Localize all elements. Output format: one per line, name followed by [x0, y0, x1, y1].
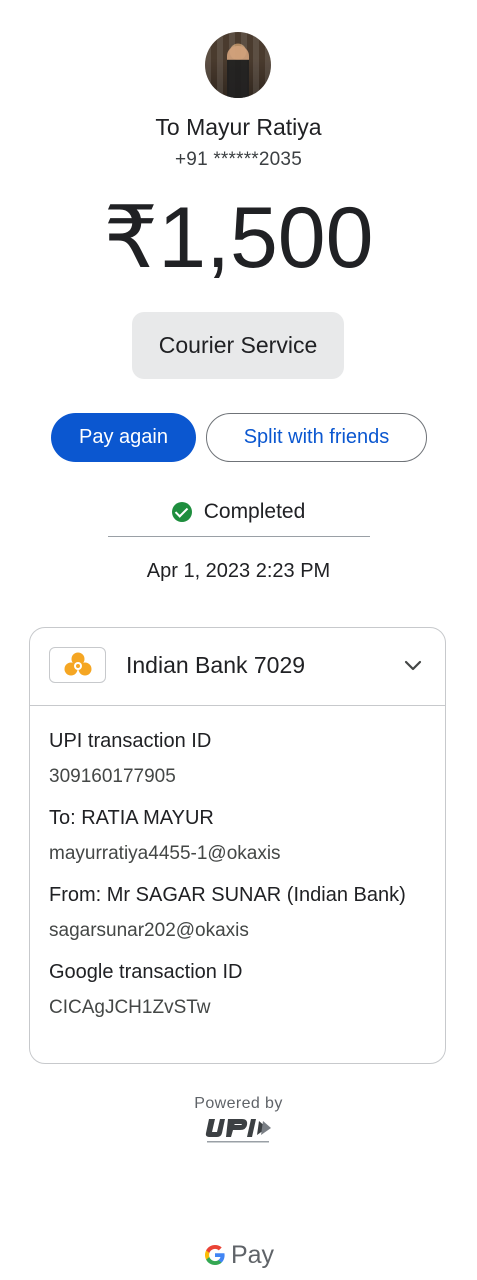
divider: [108, 536, 370, 537]
detail-value: 309160177905: [49, 766, 176, 787]
split-with-friends-button[interactable]: Split with friends: [206, 413, 427, 462]
detail-value: CICAgJCH1ZvSTw: [49, 997, 211, 1018]
google-pay-brand: Pay: [0, 1240, 477, 1270]
detail-label: UPI transaction ID: [49, 730, 212, 752]
detail-label: From: Mr SAGAR SUNAR (Indian Bank): [49, 884, 406, 906]
transaction-details: UPI transaction ID 309160177905 To: RATI…: [49, 728, 433, 1036]
bank-details-card: Indian Bank 7029 UPI transaction ID 3091…: [29, 627, 446, 1064]
detail-google-transaction-id: Google transaction ID CICAgJCH1ZvSTw: [49, 959, 433, 1021]
status-text: Completed: [203, 500, 306, 523]
bank-logo-icon: [49, 647, 106, 683]
detail-value: sagarsunar202@okaxis: [49, 920, 249, 941]
check-circle-icon: [171, 502, 192, 522]
status-row: Completed: [0, 497, 477, 527]
detail-label: To: RATIA MAYUR: [49, 807, 214, 829]
pay-again-button[interactable]: Pay again: [51, 413, 196, 462]
bank-account-row[interactable]: Indian Bank 7029: [30, 628, 445, 706]
upi-logo-icon: [205, 1119, 271, 1143]
detail-label: Google transaction ID: [49, 961, 243, 983]
powered-by-label: Powered by: [194, 1095, 283, 1112]
detail-from: From: Mr SAGAR SUNAR (Indian Bank) sagar…: [49, 882, 433, 944]
recipient-name: To Mayur Ratiya: [155, 114, 322, 140]
detail-value: mayurratiya4455-1@okaxis: [49, 843, 281, 864]
bank-account-name: Indian Bank 7029: [126, 652, 306, 678]
payment-amount: ₹1,500: [103, 190, 374, 286]
transaction-datetime: Apr 1, 2023 2:23 PM: [146, 560, 331, 582]
detail-upi-transaction-id: UPI transaction ID 309160177905: [49, 728, 433, 790]
recipient-avatar: [205, 32, 271, 98]
avatar-person: [227, 46, 249, 98]
detail-to: To: RATIA MAYUR mayurratiya4455-1@okaxis: [49, 805, 433, 867]
payment-note: Courier Service: [132, 312, 344, 379]
gpay-label: Pay: [230, 1240, 275, 1269]
chevron-down-icon[interactable]: [403, 656, 423, 676]
recipient-phone: +91 ******2035: [175, 149, 302, 170]
google-g-icon: [204, 1245, 225, 1265]
